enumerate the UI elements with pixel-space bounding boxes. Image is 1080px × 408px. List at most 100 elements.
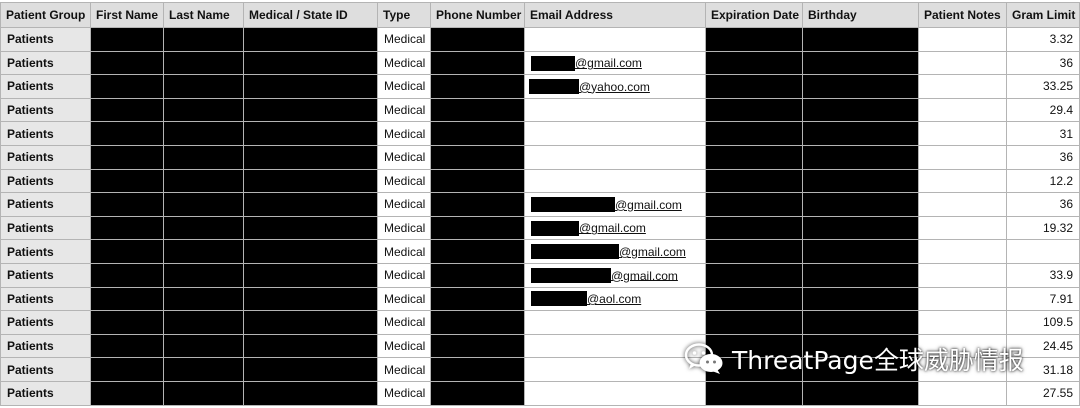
cell-phone-redacted bbox=[430, 380, 525, 406]
cell-type: Medical bbox=[377, 27, 431, 52]
cell-notes bbox=[918, 239, 1007, 264]
email-redaction bbox=[531, 244, 619, 260]
cell-birthday-redacted bbox=[802, 97, 919, 123]
email-domain[interactable]: @aol.com bbox=[587, 292, 641, 306]
col-gram-limit[interactable]: Gram Limit bbox=[1006, 2, 1080, 28]
cell-last-name-redacted bbox=[163, 215, 244, 241]
cell-state-id-redacted bbox=[243, 215, 378, 241]
table-row[interactable]: Patients Medical 27.55 bbox=[0, 380, 1080, 406]
table-row[interactable]: Patients Medical @gmail.com 19.32 bbox=[0, 215, 1080, 241]
cell-patient-group: Patients bbox=[0, 50, 91, 76]
col-patient-group[interactable]: Patient Group bbox=[0, 2, 91, 28]
table-row[interactable]: Patients Medical 36 bbox=[0, 144, 1080, 170]
col-last-name[interactable]: Last Name bbox=[163, 2, 244, 28]
cell-state-id-redacted bbox=[243, 50, 378, 76]
table-row[interactable]: Patients Medical 29.4 bbox=[0, 97, 1080, 123]
cell-birthday-redacted bbox=[802, 121, 919, 146]
table-row[interactable]: Patients Medical @gmail.com 33.9 bbox=[0, 262, 1080, 288]
email-redaction bbox=[531, 220, 579, 236]
email-domain[interactable]: @gmail.com bbox=[575, 56, 642, 70]
cell-type: Medical bbox=[377, 192, 431, 217]
cell-type: Medical bbox=[377, 333, 431, 359]
email-redaction bbox=[531, 291, 587, 307]
cell-expiration-redacted bbox=[705, 310, 803, 335]
cell-expiration-redacted bbox=[705, 239, 803, 264]
col-first-name[interactable]: First Name bbox=[90, 2, 164, 28]
cell-gram-limit bbox=[1006, 239, 1080, 264]
cell-gram-limit: 33.25 bbox=[1006, 74, 1080, 99]
col-state-id[interactable]: Medical / State ID bbox=[243, 2, 378, 28]
cell-first-name-redacted bbox=[90, 74, 164, 99]
table-row[interactable]: Patients Medical 3.32 bbox=[0, 27, 1080, 52]
cell-state-id-redacted bbox=[243, 74, 378, 99]
cell-notes bbox=[918, 27, 1007, 52]
cell-patient-group: Patients bbox=[0, 310, 91, 335]
table-row[interactable]: Patients Medical 31 bbox=[0, 121, 1080, 146]
col-phone[interactable]: Phone Number bbox=[430, 2, 525, 28]
cell-birthday-redacted bbox=[802, 262, 919, 288]
cell-birthday-redacted bbox=[802, 286, 919, 312]
table-row[interactable]: Patients Medical @gmail.com 36 bbox=[0, 192, 1080, 217]
cell-first-name-redacted bbox=[90, 286, 164, 312]
cell-state-id-redacted bbox=[243, 239, 378, 264]
cell-notes bbox=[918, 310, 1007, 335]
cell-last-name-redacted bbox=[163, 192, 244, 217]
cell-first-name-redacted bbox=[90, 144, 164, 170]
cell-patient-group: Patients bbox=[0, 239, 91, 264]
cell-patient-group: Patients bbox=[0, 333, 91, 359]
cell-state-id-redacted bbox=[243, 121, 378, 146]
cell-email bbox=[524, 380, 706, 406]
email-domain[interactable]: @gmail.com bbox=[619, 245, 686, 259]
table-row[interactable]: Patients Medical @yahoo.com 33.25 bbox=[0, 74, 1080, 99]
email-domain[interactable]: @yahoo.com bbox=[579, 80, 650, 94]
cell-birthday-redacted bbox=[802, 310, 919, 335]
cell-expiration-redacted bbox=[705, 168, 803, 194]
cell-gram-limit: 36 bbox=[1006, 144, 1080, 170]
cell-first-name-redacted bbox=[90, 380, 164, 406]
cell-notes bbox=[918, 50, 1007, 76]
email-domain[interactable]: @gmail.com bbox=[579, 221, 646, 235]
cell-last-name-redacted bbox=[163, 286, 244, 312]
cell-state-id-redacted bbox=[243, 310, 378, 335]
cell-state-id-redacted bbox=[243, 262, 378, 288]
cell-notes bbox=[918, 215, 1007, 241]
cell-type: Medical bbox=[377, 262, 431, 288]
col-email[interactable]: Email Address bbox=[524, 2, 706, 28]
email-domain[interactable]: @gmail.com bbox=[615, 198, 682, 212]
cell-notes bbox=[918, 121, 1007, 146]
col-notes[interactable]: Patient Notes bbox=[918, 2, 1007, 28]
cell-first-name-redacted bbox=[90, 262, 164, 288]
cell-email bbox=[524, 357, 706, 382]
email-redaction bbox=[529, 79, 579, 95]
col-expiration[interactable]: Expiration Date bbox=[705, 2, 803, 28]
table-row[interactable]: Patients Medical @gmail.com 36 bbox=[0, 50, 1080, 76]
cell-patient-group: Patients bbox=[0, 357, 91, 382]
cell-phone-redacted bbox=[430, 310, 525, 335]
cell-last-name-redacted bbox=[163, 310, 244, 335]
cell-notes bbox=[918, 144, 1007, 170]
cell-phone-redacted bbox=[430, 27, 525, 52]
cell-notes bbox=[918, 97, 1007, 123]
cell-expiration-redacted bbox=[705, 27, 803, 52]
cell-expiration-redacted bbox=[705, 144, 803, 170]
table-row[interactable]: Patients Medical 109.5 bbox=[0, 310, 1080, 335]
cell-last-name-redacted bbox=[163, 357, 244, 382]
cell-birthday-redacted bbox=[802, 215, 919, 241]
cell-last-name-redacted bbox=[163, 74, 244, 99]
cell-gram-limit: 3.32 bbox=[1006, 27, 1080, 52]
email-domain[interactable]: @gmail.com bbox=[611, 268, 678, 282]
cell-first-name-redacted bbox=[90, 168, 164, 194]
col-type[interactable]: Type bbox=[377, 2, 431, 28]
cell-gram-limit: 19.32 bbox=[1006, 215, 1080, 241]
table-row[interactable]: Patients Medical @aol.com 7.91 bbox=[0, 286, 1080, 312]
cell-email: @gmail.com bbox=[524, 192, 706, 217]
table-row[interactable]: Patients Medical @gmail.com bbox=[0, 239, 1080, 264]
cell-type: Medical bbox=[377, 286, 431, 312]
cell-phone-redacted bbox=[430, 121, 525, 146]
col-birthday[interactable]: Birthday bbox=[802, 2, 919, 28]
cell-first-name-redacted bbox=[90, 215, 164, 241]
cell-patient-group: Patients bbox=[0, 144, 91, 170]
cell-email: @yahoo.com bbox=[524, 74, 706, 99]
cell-last-name-redacted bbox=[163, 97, 244, 123]
table-row[interactable]: Patients Medical 12.2 bbox=[0, 168, 1080, 194]
